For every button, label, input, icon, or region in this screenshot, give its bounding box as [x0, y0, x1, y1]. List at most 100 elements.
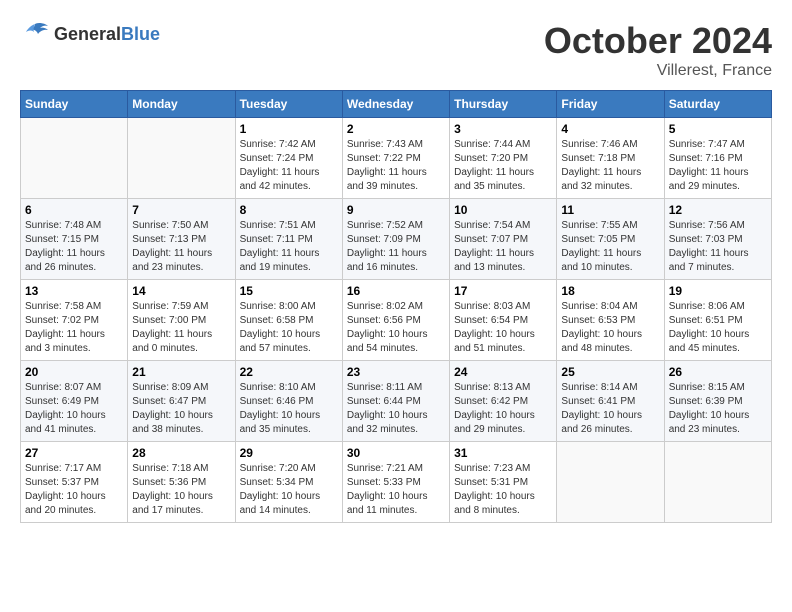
day-cell	[21, 118, 128, 199]
day-number: 8	[240, 203, 338, 217]
logo: GeneralBlue	[20, 20, 160, 49]
day-cell: 15 Sunrise: 8:00 AM Sunset: 6:58 PM Dayl…	[235, 280, 342, 361]
logo-bird-icon	[20, 20, 50, 44]
calendar-header-row: Sunday Monday Tuesday Wednesday Thursday…	[21, 91, 772, 118]
daylight-text: Daylight: 10 hours and 26 minutes.	[561, 410, 642, 435]
day-cell: 25 Sunrise: 8:14 AM Sunset: 6:41 PM Dayl…	[557, 361, 664, 442]
sunrise-text: Sunrise: 8:10 AM	[240, 382, 316, 393]
day-cell: 3 Sunrise: 7:44 AM Sunset: 7:20 PM Dayli…	[450, 118, 557, 199]
sunset-text: Sunset: 7:24 PM	[240, 153, 314, 164]
day-number: 24	[454, 365, 552, 379]
day-cell: 10 Sunrise: 7:54 AM Sunset: 7:07 PM Dayl…	[450, 199, 557, 280]
day-number: 25	[561, 365, 659, 379]
day-info: Sunrise: 7:59 AM Sunset: 7:00 PM Dayligh…	[132, 300, 230, 356]
daylight-text: Daylight: 11 hours and 35 minutes.	[454, 167, 534, 192]
day-info: Sunrise: 8:15 AM Sunset: 6:39 PM Dayligh…	[669, 381, 767, 437]
day-number: 13	[25, 284, 123, 298]
day-cell: 6 Sunrise: 7:48 AM Sunset: 7:15 PM Dayli…	[21, 199, 128, 280]
title-block: October 2024 Villerest, France	[544, 20, 772, 80]
day-number: 17	[454, 284, 552, 298]
daylight-text: Daylight: 10 hours and 20 minutes.	[25, 491, 106, 516]
daylight-text: Daylight: 10 hours and 23 minutes.	[669, 410, 750, 435]
sunset-text: Sunset: 5:33 PM	[347, 477, 421, 488]
day-info: Sunrise: 8:03 AM Sunset: 6:54 PM Dayligh…	[454, 300, 552, 356]
day-info: Sunrise: 7:20 AM Sunset: 5:34 PM Dayligh…	[240, 462, 338, 518]
day-cell: 16 Sunrise: 8:02 AM Sunset: 6:56 PM Dayl…	[342, 280, 449, 361]
week-row-1: 1 Sunrise: 7:42 AM Sunset: 7:24 PM Dayli…	[21, 118, 772, 199]
sunset-text: Sunset: 5:31 PM	[454, 477, 528, 488]
sunrise-text: Sunrise: 8:14 AM	[561, 382, 637, 393]
day-info: Sunrise: 7:43 AM Sunset: 7:22 PM Dayligh…	[347, 138, 445, 194]
daylight-text: Daylight: 11 hours and 26 minutes.	[25, 248, 105, 273]
day-number: 2	[347, 122, 445, 136]
day-number: 5	[669, 122, 767, 136]
day-number: 23	[347, 365, 445, 379]
day-cell: 7 Sunrise: 7:50 AM Sunset: 7:13 PM Dayli…	[128, 199, 235, 280]
sunset-text: Sunset: 6:46 PM	[240, 396, 314, 407]
day-cell	[557, 442, 664, 523]
col-tuesday: Tuesday	[235, 91, 342, 118]
week-row-2: 6 Sunrise: 7:48 AM Sunset: 7:15 PM Dayli…	[21, 199, 772, 280]
sunset-text: Sunset: 7:22 PM	[347, 153, 421, 164]
sunset-text: Sunset: 6:39 PM	[669, 396, 743, 407]
daylight-text: Daylight: 11 hours and 19 minutes.	[240, 248, 320, 273]
sunset-text: Sunset: 6:51 PM	[669, 315, 743, 326]
sunset-text: Sunset: 6:58 PM	[240, 315, 314, 326]
day-cell: 8 Sunrise: 7:51 AM Sunset: 7:11 PM Dayli…	[235, 199, 342, 280]
day-info: Sunrise: 8:11 AM Sunset: 6:44 PM Dayligh…	[347, 381, 445, 437]
daylight-text: Daylight: 11 hours and 42 minutes.	[240, 167, 320, 192]
day-cell: 19 Sunrise: 8:06 AM Sunset: 6:51 PM Dayl…	[664, 280, 771, 361]
sunrise-text: Sunrise: 8:15 AM	[669, 382, 745, 393]
daylight-text: Daylight: 10 hours and 48 minutes.	[561, 329, 642, 354]
sunrise-text: Sunrise: 7:52 AM	[347, 220, 423, 231]
sunrise-text: Sunrise: 7:44 AM	[454, 139, 530, 150]
sunrise-text: Sunrise: 8:03 AM	[454, 301, 530, 312]
day-number: 16	[347, 284, 445, 298]
sunrise-text: Sunrise: 7:50 AM	[132, 220, 208, 231]
day-info: Sunrise: 7:21 AM Sunset: 5:33 PM Dayligh…	[347, 462, 445, 518]
sunset-text: Sunset: 7:20 PM	[454, 153, 528, 164]
daylight-text: Daylight: 11 hours and 7 minutes.	[669, 248, 749, 273]
daylight-text: Daylight: 10 hours and 45 minutes.	[669, 329, 750, 354]
day-number: 30	[347, 446, 445, 460]
day-cell: 30 Sunrise: 7:21 AM Sunset: 5:33 PM Dayl…	[342, 442, 449, 523]
day-info: Sunrise: 7:44 AM Sunset: 7:20 PM Dayligh…	[454, 138, 552, 194]
sunset-text: Sunset: 6:41 PM	[561, 396, 635, 407]
sunrise-text: Sunrise: 7:47 AM	[669, 139, 745, 150]
sunset-text: Sunset: 5:37 PM	[25, 477, 99, 488]
day-info: Sunrise: 7:46 AM Sunset: 7:18 PM Dayligh…	[561, 138, 659, 194]
sunset-text: Sunset: 6:56 PM	[347, 315, 421, 326]
day-number: 21	[132, 365, 230, 379]
sunset-text: Sunset: 6:54 PM	[454, 315, 528, 326]
day-cell: 23 Sunrise: 8:11 AM Sunset: 6:44 PM Dayl…	[342, 361, 449, 442]
day-info: Sunrise: 7:54 AM Sunset: 7:07 PM Dayligh…	[454, 219, 552, 275]
day-info: Sunrise: 7:42 AM Sunset: 7:24 PM Dayligh…	[240, 138, 338, 194]
logo-general: General	[54, 24, 121, 44]
sunset-text: Sunset: 7:05 PM	[561, 234, 635, 245]
sunrise-text: Sunrise: 7:20 AM	[240, 463, 316, 474]
sunrise-text: Sunrise: 8:09 AM	[132, 382, 208, 393]
daylight-text: Daylight: 11 hours and 39 minutes.	[347, 167, 427, 192]
day-number: 1	[240, 122, 338, 136]
day-cell: 29 Sunrise: 7:20 AM Sunset: 5:34 PM Dayl…	[235, 442, 342, 523]
col-friday: Friday	[557, 91, 664, 118]
location-title: Villerest, France	[544, 62, 772, 80]
day-number: 31	[454, 446, 552, 460]
sunset-text: Sunset: 7:15 PM	[25, 234, 99, 245]
col-saturday: Saturday	[664, 91, 771, 118]
day-info: Sunrise: 8:00 AM Sunset: 6:58 PM Dayligh…	[240, 300, 338, 356]
sunrise-text: Sunrise: 7:43 AM	[347, 139, 423, 150]
sunset-text: Sunset: 6:49 PM	[25, 396, 99, 407]
day-info: Sunrise: 7:23 AM Sunset: 5:31 PM Dayligh…	[454, 462, 552, 518]
daylight-text: Daylight: 10 hours and 11 minutes.	[347, 491, 428, 516]
col-thursday: Thursday	[450, 91, 557, 118]
page-header: GeneralBlue October 2024 Villerest, Fran…	[20, 20, 772, 80]
day-info: Sunrise: 7:50 AM Sunset: 7:13 PM Dayligh…	[132, 219, 230, 275]
day-cell: 12 Sunrise: 7:56 AM Sunset: 7:03 PM Dayl…	[664, 199, 771, 280]
sunset-text: Sunset: 6:53 PM	[561, 315, 635, 326]
daylight-text: Daylight: 10 hours and 29 minutes.	[454, 410, 535, 435]
sunset-text: Sunset: 7:13 PM	[132, 234, 206, 245]
sunrise-text: Sunrise: 7:59 AM	[132, 301, 208, 312]
day-cell: 2 Sunrise: 7:43 AM Sunset: 7:22 PM Dayli…	[342, 118, 449, 199]
day-number: 9	[347, 203, 445, 217]
